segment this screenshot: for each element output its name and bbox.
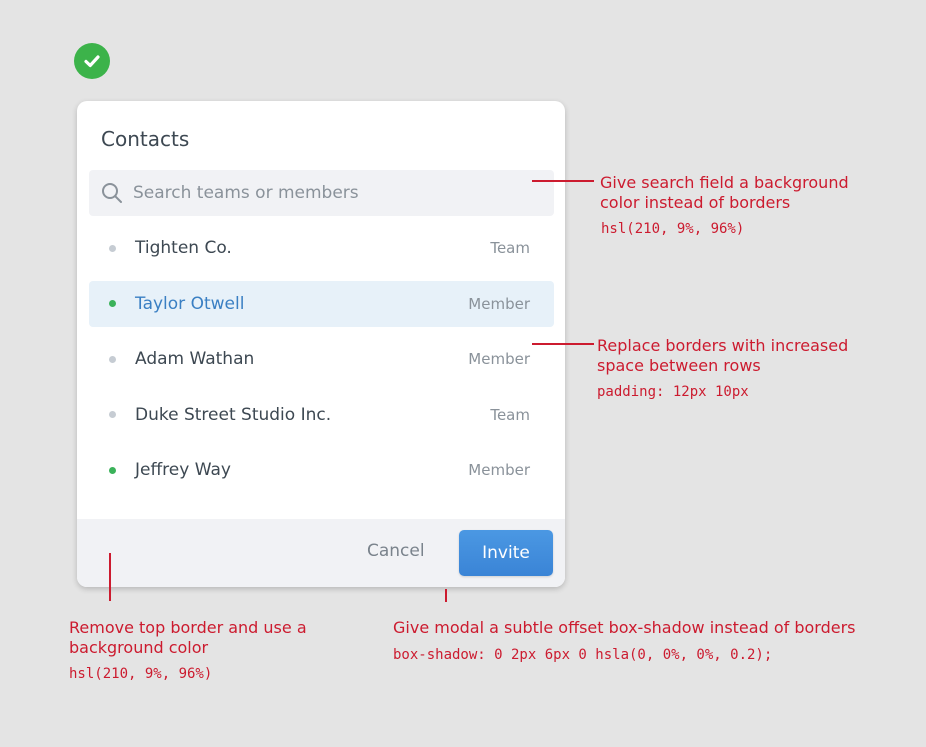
- annotation-search-text: Give search field a background color ins…: [600, 173, 849, 212]
- search-field[interactable]: [89, 170, 554, 216]
- list-item[interactable]: Adam Wathan Member: [89, 336, 554, 382]
- status-dot: [109, 411, 116, 418]
- modal-title: Contacts: [101, 127, 190, 151]
- cancel-button[interactable]: Cancel: [367, 541, 425, 561]
- invite-button[interactable]: Invite: [459, 530, 553, 576]
- annotation-connector: [532, 343, 594, 345]
- list-item[interactable]: Jeffrey Way Member: [89, 447, 554, 493]
- list-item[interactable]: Taylor Otwell Member: [89, 280, 554, 327]
- contact-type: Member: [468, 350, 530, 368]
- contact-name: Taylor Otwell: [135, 293, 245, 314]
- contact-name: Adam Wathan: [135, 349, 255, 369]
- contact-name: Tighten Co.: [135, 238, 232, 258]
- annotation-footer-code: hsl(210, 9%, 96%): [69, 666, 213, 682]
- annotation-connector: [445, 589, 447, 602]
- annotation-rows-text: Replace borders with increased space bet…: [597, 336, 849, 375]
- annotation-connector: [532, 180, 594, 182]
- annotation-rows-code: padding: 12px 10px: [597, 384, 749, 400]
- contact-list: Tighten Co. Team Taylor Otwell Member Ad…: [89, 225, 554, 503]
- list-item[interactable]: Duke Street Studio Inc. Team: [89, 392, 554, 438]
- status-dot: [109, 466, 116, 474]
- contact-type: Member: [468, 294, 530, 313]
- contact-name: Jeffrey Way: [135, 460, 231, 480]
- list-item[interactable]: Tighten Co. Team: [89, 225, 554, 271]
- modal-footer: Cancel Invite: [77, 519, 565, 587]
- annotation-connector: [109, 553, 111, 601]
- contact-type: Team: [490, 239, 530, 257]
- status-dot: [109, 300, 116, 307]
- annotation-footer-text: Remove top border and use a background c…: [69, 618, 307, 657]
- annotation-search-code: hsl(210, 9%, 96%): [601, 221, 745, 237]
- annotation-shadow-text: Give modal a subtle offset box-shadow in…: [393, 618, 856, 637]
- status-dot: [109, 244, 116, 252]
- annotation-shadow-code: box-shadow: 0 2px 6px 0 hsla(0, 0%, 0%, …: [393, 647, 773, 663]
- contact-name: Duke Street Studio Inc.: [135, 404, 332, 425]
- contacts-modal: Contacts Tighten Co. Team Taylor Otwell …: [77, 101, 565, 587]
- status-dot: [109, 355, 116, 363]
- contact-type: Member: [468, 461, 530, 479]
- check-circle-icon: [74, 43, 110, 79]
- search-input[interactable]: [133, 183, 533, 203]
- search-icon: [102, 183, 122, 203]
- contact-type: Team: [490, 405, 530, 424]
